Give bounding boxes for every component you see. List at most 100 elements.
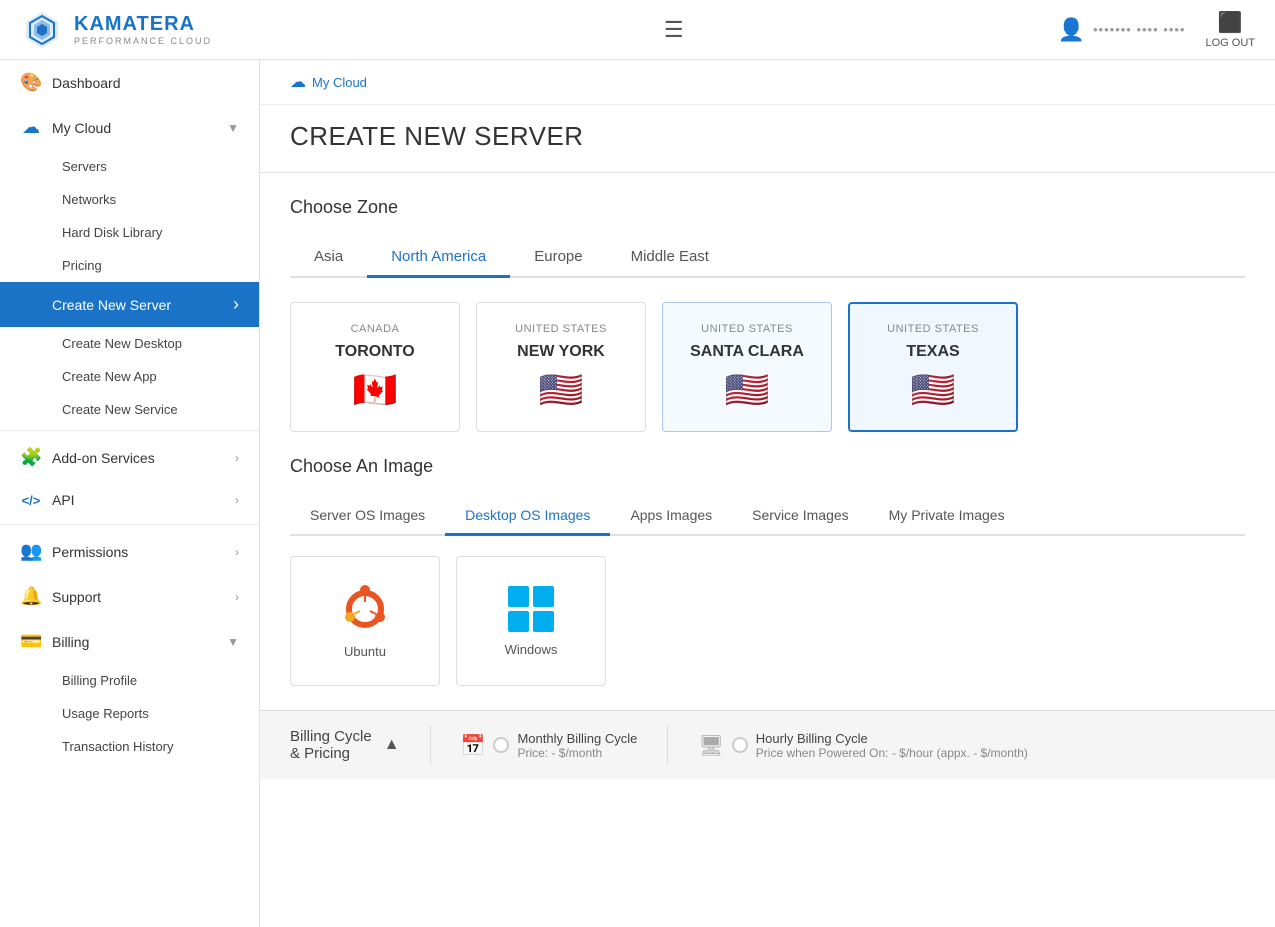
billing-separator-2 bbox=[667, 725, 668, 765]
sidebar: 🎨 Dashboard ☁ My Cloud ▼ Servers Network… bbox=[0, 60, 260, 927]
logout-icon: ⬛ bbox=[1218, 10, 1243, 35]
sidebar-item-create-new-desktop[interactable]: Create New Desktop bbox=[52, 327, 259, 360]
sidebar-sub-billing: Billing Profile Usage Reports Transactio… bbox=[0, 664, 259, 763]
billing-collapse-chevron[interactable]: ▲ bbox=[384, 736, 400, 754]
monthly-info: Monthly Billing Cycle Price: - $/month bbox=[517, 731, 637, 760]
sidebar-item-create-new-app[interactable]: Create New App bbox=[52, 360, 259, 393]
billing-option-hourly[interactable]: 🖥 Hourly Billing Cycle Price when Powere… bbox=[698, 731, 1028, 760]
sc-city: SANTA CLARA bbox=[690, 343, 804, 361]
sidebar-sub-my-cloud: Servers Networks Hard Disk Library Prici… bbox=[0, 150, 259, 282]
permissions-chevron: › bbox=[235, 545, 239, 559]
hourly-price: Price when Powered On: - $/hour (appx. -… bbox=[756, 746, 1028, 760]
billing-title-line1: Billing Cycle bbox=[290, 728, 372, 745]
tab-europe[interactable]: Europe bbox=[510, 238, 606, 278]
image-tabs: Server OS Images Desktop OS Images Apps … bbox=[290, 497, 1245, 536]
sidebar-item-pricing[interactable]: Pricing bbox=[52, 249, 259, 282]
hamburger-button[interactable]: ☰ bbox=[664, 17, 684, 43]
breadcrumb: ☁ My Cloud bbox=[260, 60, 1275, 105]
tab-server-os[interactable]: Server OS Images bbox=[290, 497, 445, 536]
sidebar-label-my-cloud: My Cloud bbox=[52, 120, 111, 136]
sidebar-item-my-cloud[interactable]: ☁ My Cloud ▼ bbox=[0, 105, 259, 150]
sidebar-item-api[interactable]: </> API › bbox=[0, 480, 259, 520]
zone-card-texas[interactable]: UNITED STATES TEXAS 🇺🇸 bbox=[848, 302, 1018, 432]
billing-icon: 💳 bbox=[20, 631, 42, 652]
billing-footer: Billing Cycle & Pricing ▲ 📅 Monthly Bill… bbox=[260, 710, 1275, 779]
ny-flag: 🇺🇸 bbox=[539, 369, 584, 411]
sidebar-label-dashboard: Dashboard bbox=[52, 75, 121, 91]
sidebar-label-create-new-server: Create New Server bbox=[52, 297, 171, 313]
kamatera-logo-icon bbox=[20, 8, 64, 52]
user-avatar-icon: 👤 bbox=[1058, 17, 1085, 43]
windows-label: Windows bbox=[505, 642, 558, 657]
texas-city: TEXAS bbox=[906, 343, 959, 361]
zone-card-santa-clara[interactable]: UNITED STATES SANTA CLARA 🇺🇸 bbox=[662, 302, 832, 432]
dashboard-icon: 🎨 bbox=[20, 72, 42, 93]
header-center: ☰ bbox=[654, 17, 684, 43]
image-card-ubuntu[interactable]: Ubuntu bbox=[290, 556, 440, 686]
tab-apps[interactable]: Apps Images bbox=[610, 497, 732, 536]
addon-chevron: › bbox=[235, 451, 239, 465]
hourly-radio[interactable] bbox=[732, 737, 748, 753]
tab-asia[interactable]: Asia bbox=[290, 238, 367, 278]
zone-card-new-york[interactable]: UNITED STATES NEW YORK 🇺🇸 bbox=[476, 302, 646, 432]
addon-icon: 🧩 bbox=[20, 447, 42, 468]
sidebar-item-billing[interactable]: 💳 Billing ▼ bbox=[0, 619, 259, 664]
sidebar-item-servers[interactable]: Servers bbox=[52, 150, 259, 183]
main-content: ☁ My Cloud CREATE NEW SERVER Choose Zone… bbox=[260, 60, 1275, 927]
ny-country: UNITED STATES bbox=[515, 323, 607, 335]
sidebar-item-dashboard[interactable]: 🎨 Dashboard bbox=[0, 60, 259, 105]
toronto-city: TORONTO bbox=[335, 343, 414, 361]
sidebar-item-networks[interactable]: Networks bbox=[52, 183, 259, 216]
sidebar-item-hard-disk-library[interactable]: Hard Disk Library bbox=[52, 216, 259, 249]
sidebar-item-create-new-service[interactable]: Create New Service bbox=[52, 393, 259, 426]
tab-service[interactable]: Service Images bbox=[732, 497, 868, 536]
image-card-windows[interactable]: Windows bbox=[456, 556, 606, 686]
logo-name: KAMATERA bbox=[74, 13, 212, 36]
ny-city: NEW YORK bbox=[517, 343, 605, 361]
sidebar-label-addon: Add-on Services bbox=[52, 450, 155, 466]
sidebar-item-billing-profile[interactable]: Billing Profile bbox=[52, 664, 259, 697]
user-name: ••••••• •••• •••• bbox=[1093, 22, 1186, 37]
sidebar-label-permissions: Permissions bbox=[52, 544, 128, 560]
sidebar-item-permissions[interactable]: 👥 Permissions › bbox=[0, 529, 259, 574]
breadcrumb-label: My Cloud bbox=[312, 75, 367, 90]
tab-north-america[interactable]: North America bbox=[367, 238, 510, 278]
ubuntu-svg bbox=[340, 584, 390, 634]
sidebar-label-billing: Billing bbox=[52, 634, 89, 650]
zone-section: Choose Zone Asia North America Europe Mi… bbox=[260, 173, 1275, 456]
zone-cards: CANADA TORONTO 🇨🇦 UNITED STATES NEW YORK… bbox=[290, 302, 1245, 432]
image-cards: Ubuntu Windows bbox=[290, 556, 1245, 686]
zone-tabs: Asia North America Europe Middle East bbox=[290, 238, 1245, 278]
monthly-radio[interactable] bbox=[493, 737, 509, 753]
breadcrumb-icon: ☁ bbox=[290, 72, 306, 92]
sc-country: UNITED STATES bbox=[701, 323, 793, 335]
ubuntu-label: Ubuntu bbox=[344, 644, 386, 659]
zone-card-toronto[interactable]: CANADA TORONTO 🇨🇦 bbox=[290, 302, 460, 432]
billing-title-line2: & Pricing bbox=[290, 745, 372, 762]
sidebar-item-create-new-server[interactable]: Create New Server › bbox=[0, 282, 259, 327]
logout-label: LOG OUT bbox=[1205, 37, 1255, 49]
zone-section-title: Choose Zone bbox=[290, 197, 1245, 218]
texas-country: UNITED STATES bbox=[887, 323, 979, 335]
support-icon: 🔔 bbox=[20, 586, 42, 607]
sidebar-item-support[interactable]: 🔔 Support › bbox=[0, 574, 259, 619]
toronto-country: CANADA bbox=[351, 323, 400, 335]
windows-icon bbox=[508, 586, 554, 632]
sidebar-item-add-on-services[interactable]: 🧩 Add-on Services › bbox=[0, 435, 259, 480]
app-body: 🎨 Dashboard ☁ My Cloud ▼ Servers Network… bbox=[0, 60, 1275, 927]
tab-private[interactable]: My Private Images bbox=[869, 497, 1025, 536]
tab-desktop-os[interactable]: Desktop OS Images bbox=[445, 497, 610, 536]
sidebar-label-api: API bbox=[52, 492, 75, 508]
sidebar-item-usage-reports[interactable]: Usage Reports bbox=[52, 697, 259, 730]
sc-flag: 🇺🇸 bbox=[725, 369, 770, 411]
header-right: 👤 ••••••• •••• •••• ⬛ LOG OUT bbox=[1058, 10, 1255, 49]
sidebar-item-transaction-history[interactable]: Transaction History bbox=[52, 730, 259, 763]
billing-option-monthly[interactable]: 📅 Monthly Billing Cycle Price: - $/month bbox=[461, 731, 638, 760]
my-cloud-chevron: ▼ bbox=[227, 121, 239, 135]
monthly-price: Price: - $/month bbox=[517, 746, 637, 760]
user-area: 👤 ••••••• •••• •••• bbox=[1058, 17, 1186, 43]
tab-middle-east[interactable]: Middle East bbox=[607, 238, 733, 278]
ubuntu-icon bbox=[340, 584, 390, 634]
billing-title-area: Billing Cycle & Pricing ▲ bbox=[290, 728, 400, 762]
logout-button[interactable]: ⬛ LOG OUT bbox=[1205, 10, 1255, 49]
